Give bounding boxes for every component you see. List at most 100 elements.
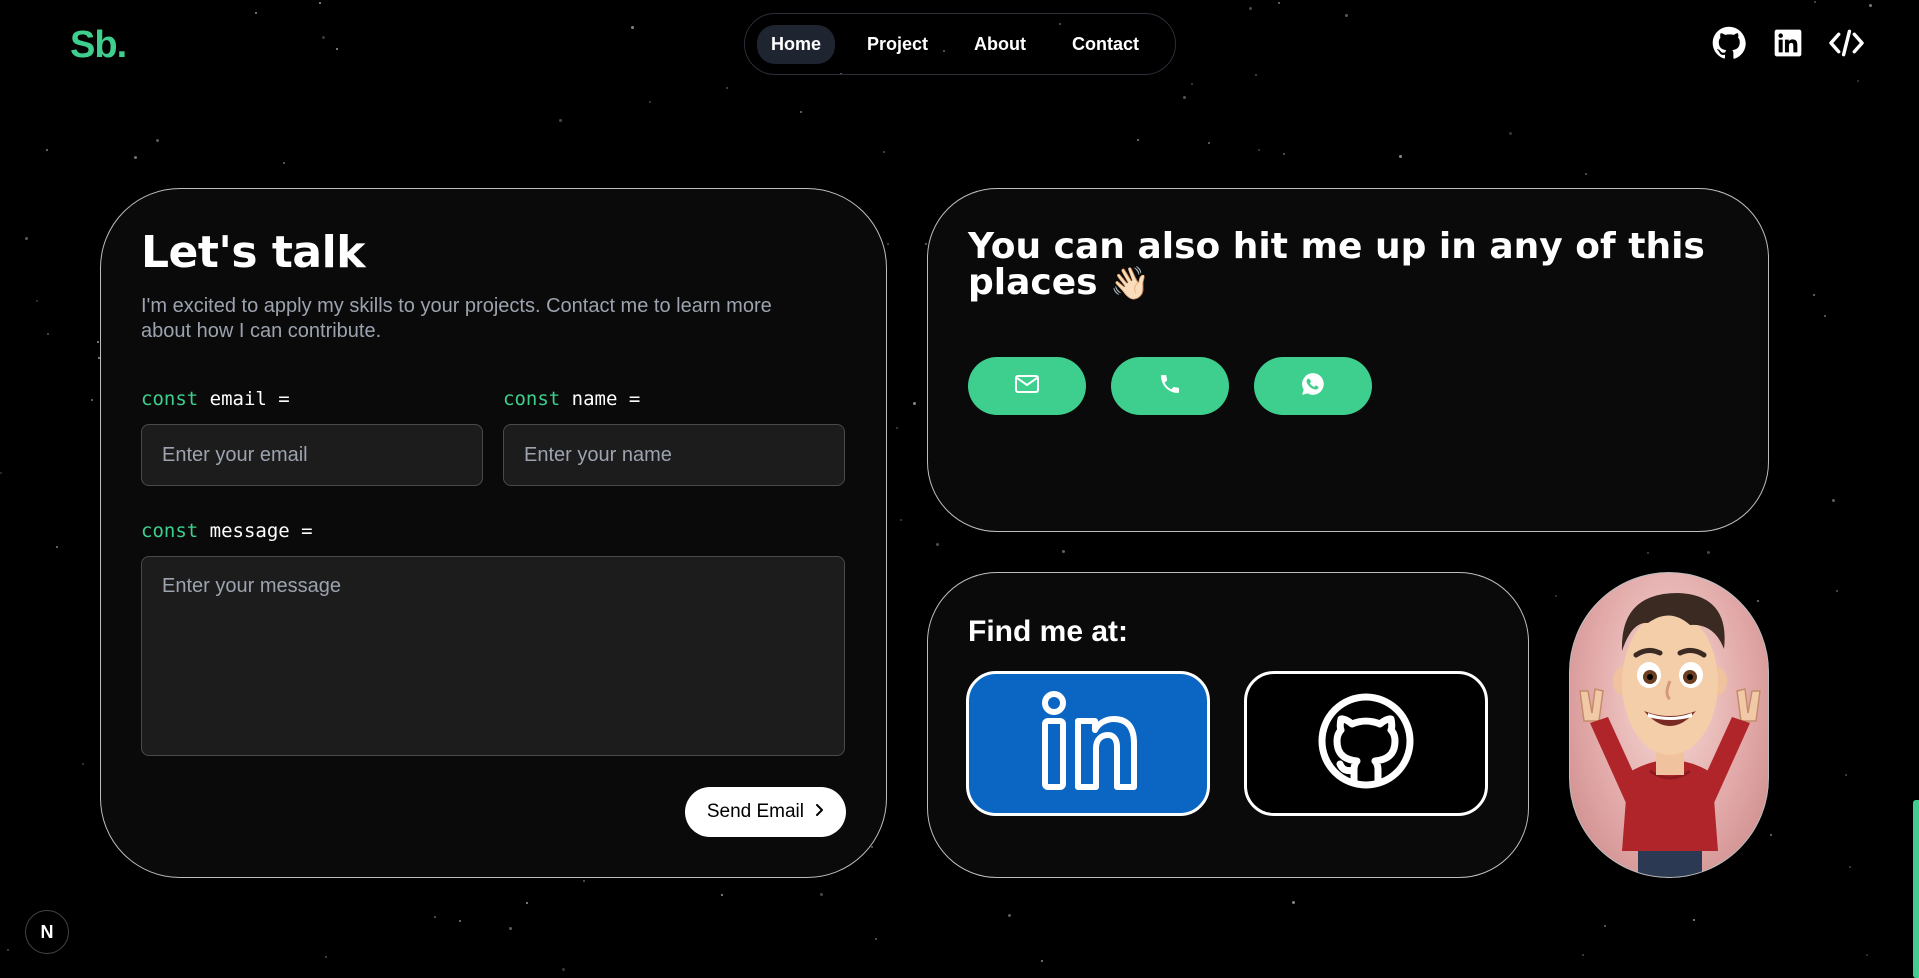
star (1770, 834, 1772, 836)
star (1757, 600, 1759, 602)
star (871, 846, 873, 848)
star (1866, 954, 1868, 956)
contact-methods-title: You can also hit me up in any of this pl… (968, 226, 1705, 303)
find-me-card: Find me at: (927, 572, 1529, 878)
name-label: const name = (503, 388, 641, 410)
name-field[interactable] (503, 424, 845, 486)
star (56, 546, 58, 548)
star (1832, 499, 1835, 502)
star (649, 101, 651, 103)
phone-button[interactable] (1111, 357, 1229, 415)
star (721, 894, 723, 896)
star (559, 119, 562, 122)
linkedin-link[interactable] (966, 671, 1210, 816)
star (283, 162, 285, 164)
star (1278, 2, 1280, 4)
star (1255, 74, 1257, 76)
email-field[interactable] (141, 424, 483, 486)
star (156, 139, 159, 142)
star (434, 916, 436, 918)
star (1857, 80, 1859, 82)
star (97, 341, 99, 343)
github-link[interactable] (1244, 671, 1488, 816)
phone-icon (1158, 372, 1182, 401)
star (336, 48, 338, 50)
star (325, 956, 327, 958)
send-email-label: Send Email (706, 801, 804, 822)
message-label: const message = (141, 520, 313, 542)
star (1813, 294, 1815, 296)
star (883, 151, 885, 153)
contact-description: I'm excited to apply my skills to your p… (141, 295, 772, 342)
nav-item-project[interactable]: Project (853, 25, 942, 64)
star (1582, 954, 1584, 956)
star (631, 26, 634, 29)
star (896, 427, 898, 429)
star (0, 472, 2, 474)
star (1647, 552, 1649, 554)
star (82, 763, 84, 765)
star (1814, 1, 1816, 3)
star (526, 902, 528, 904)
star (47, 333, 49, 335)
star (1509, 132, 1512, 135)
nextjs-badge[interactable]: N (25, 910, 69, 954)
star (319, 2, 321, 4)
whatsapp-button[interactable] (1254, 357, 1372, 415)
linkedin-icon[interactable] (1770, 25, 1805, 60)
star (1604, 925, 1606, 927)
nav-item-about[interactable]: About (960, 25, 1040, 64)
github-icon[interactable] (1711, 25, 1746, 60)
main-nav: Home Project About Contact (744, 13, 1176, 75)
contact-methods-card: You can also hit me up in any of this pl… (927, 188, 1769, 532)
star (1208, 142, 1210, 144)
chevron-right-icon (814, 801, 824, 823)
nav-item-home[interactable]: Home (757, 24, 836, 64)
star (875, 938, 877, 940)
star (91, 399, 93, 401)
star (1183, 96, 1186, 99)
star (583, 880, 585, 882)
header-social-links (1711, 25, 1864, 60)
star (1399, 155, 1402, 158)
find-me-title: Find me at: (968, 615, 1129, 648)
star (1707, 551, 1710, 554)
star (1555, 595, 1557, 597)
star (1008, 914, 1011, 917)
star (1869, 4, 1872, 7)
code-icon[interactable] (1829, 25, 1864, 60)
star (1345, 14, 1348, 17)
email-label: const email = (141, 388, 290, 410)
github-icon (1316, 691, 1416, 796)
star (1693, 919, 1695, 921)
star (1824, 315, 1826, 317)
nav-item-contact[interactable]: Contact (1058, 25, 1153, 64)
star (913, 402, 916, 405)
message-field[interactable] (141, 556, 845, 756)
avatar (1569, 572, 1769, 878)
star (1258, 149, 1260, 151)
star (1585, 173, 1587, 175)
star (36, 300, 38, 302)
mail-icon (1014, 373, 1040, 400)
star (936, 543, 939, 546)
scroll-progress-bar (1913, 800, 1919, 978)
star (7, 949, 9, 951)
linkedin-icon (1036, 689, 1140, 798)
star (820, 893, 823, 896)
email-button[interactable] (968, 357, 1086, 415)
star (1137, 139, 1139, 141)
star (509, 927, 512, 930)
contact-title: Let's talk (141, 227, 365, 278)
contact-form-card: Let's talk I'm excited to apply my skill… (100, 188, 887, 878)
star (46, 149, 48, 151)
star (134, 156, 137, 159)
star (1191, 83, 1193, 85)
send-email-button[interactable]: Send Email (684, 787, 846, 837)
star (1062, 550, 1065, 553)
site-logo[interactable]: Sb. (70, 24, 127, 67)
star (887, 243, 889, 245)
star (925, 243, 927, 245)
star (562, 968, 565, 971)
star (255, 12, 257, 14)
